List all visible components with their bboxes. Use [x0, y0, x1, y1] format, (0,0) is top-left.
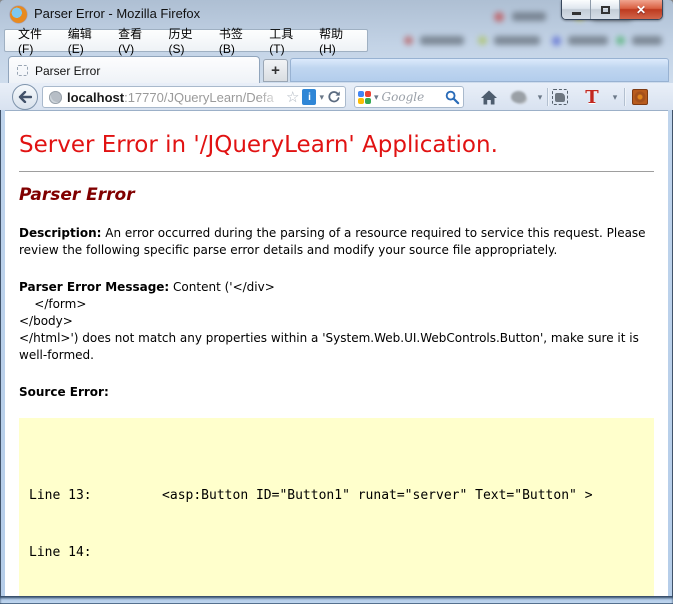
- window-border-bottom: [0, 596, 673, 604]
- translate-button[interactable]: T: [582, 86, 602, 108]
- addon-button[interactable]: [630, 86, 650, 108]
- tab-parser-error[interactable]: Parser Error: [8, 56, 260, 84]
- menu-view[interactable]: 查看(V): [111, 23, 159, 58]
- parser-error-message-paragraph: Parser Error Message: Content ('</div> <…: [19, 279, 654, 364]
- menu-tools[interactable]: 工具(T): [262, 23, 310, 58]
- source-error-code-block: Line 13: <asp:Button ID="Button1" runat=…: [19, 418, 654, 596]
- home-button[interactable]: [478, 86, 500, 108]
- reload-icon: [327, 90, 341, 104]
- evernote-icon: [552, 89, 568, 105]
- url-host: localhost: [67, 90, 124, 105]
- site-globe-icon: [49, 91, 62, 104]
- tabstrip-background: [290, 58, 669, 82]
- search-engine-dropdown-icon[interactable]: ▾: [374, 93, 379, 102]
- divider: [19, 171, 654, 172]
- menu-history[interactable]: 历史(S): [162, 23, 210, 58]
- translate-t-icon: T: [585, 87, 598, 108]
- url-dropdown-icon[interactable]: ▾: [319, 93, 324, 102]
- firebug-button[interactable]: [508, 86, 528, 108]
- maximize-button[interactable]: [591, 0, 620, 19]
- url-bar[interactable]: localhost:17770/JQueryLearn/Defa ☆ i ▾: [42, 86, 346, 108]
- url-path: :17770/JQueryLearn/Defa: [124, 90, 274, 105]
- reload-button[interactable]: [327, 90, 341, 104]
- search-bar[interactable]: ▾ Google: [354, 86, 464, 108]
- bookmark-star-icon[interactable]: ☆: [286, 90, 299, 105]
- search-input[interactable]: Google: [382, 90, 442, 104]
- toolbar-separator: [547, 88, 548, 106]
- evernote-clipper-button[interactable]: [550, 86, 570, 108]
- magnifier-icon: [445, 90, 460, 105]
- menu-edit[interactable]: 编辑(E): [61, 23, 109, 58]
- translate-dropdown-button[interactable]: ▾: [608, 86, 622, 108]
- menubar: 文件(F) 编辑(E) 查看(V) 历史(S) 书签(B) 工具(T) 帮助(H…: [4, 29, 368, 52]
- source-error-paragraph: Source Error:: [19, 384, 654, 401]
- tab-label: Parser Error: [35, 64, 100, 78]
- window-controls: ✕: [561, 0, 663, 20]
- firebug-dropdown-button[interactable]: ▾: [533, 86, 547, 108]
- addon-info-icon[interactable]: i: [302, 89, 316, 105]
- chevron-down-icon: ▾: [613, 93, 618, 102]
- close-button[interactable]: ✕: [620, 0, 662, 19]
- url-text[interactable]: localhost:17770/JQueryLearn/Defa: [67, 90, 284, 105]
- plus-icon: +: [271, 62, 280, 79]
- firebug-icon: [511, 91, 526, 103]
- parser-error-message-label: Parser Error Message:: [19, 280, 169, 294]
- code-line-13: Line 13: <asp:Button ID="Button1" runat=…: [29, 486, 642, 505]
- back-button[interactable]: [12, 84, 38, 110]
- home-icon: [480, 89, 498, 106]
- source-error-label: Source Error:: [19, 385, 109, 399]
- menu-bookmarks[interactable]: 书签(B): [212, 23, 260, 58]
- window-title: Parser Error - Mozilla Firefox: [34, 6, 200, 21]
- window-border-right: [668, 110, 673, 604]
- search-button[interactable]: [445, 90, 460, 105]
- window-chrome: Parser Error - Mozilla Firefox ✕ 文件(F) 编…: [0, 0, 673, 84]
- minimize-button[interactable]: [562, 0, 591, 19]
- window-border-left: [0, 110, 5, 604]
- back-arrow-icon: [18, 91, 32, 103]
- error-type-heading: Parser Error: [19, 185, 654, 205]
- browser-window: Parser Error - Mozilla Firefox ✕ 文件(F) 编…: [0, 0, 673, 604]
- new-tab-button[interactable]: +: [263, 59, 288, 82]
- navigation-toolbar: localhost:17770/JQueryLearn/Defa ☆ i ▾ ▾…: [0, 83, 673, 111]
- code-line-14: Line 14:: [29, 543, 642, 562]
- google-logo-icon: [358, 91, 371, 104]
- default-favicon-icon: [17, 65, 28, 76]
- firefox-icon: [10, 6, 27, 23]
- toolbar-separator: [624, 88, 625, 106]
- error-page: Server Error in '/JQueryLearn' Applicati…: [5, 111, 668, 596]
- menu-help[interactable]: 帮助(H): [312, 23, 361, 58]
- description-text: An error occurred during the parsing of …: [19, 226, 649, 257]
- close-icon: ✕: [636, 3, 646, 17]
- page-title: Server Error in '/JQueryLearn' Applicati…: [19, 132, 654, 158]
- description-paragraph: Description: An error occurred during th…: [19, 225, 654, 259]
- maximize-icon: [601, 6, 610, 14]
- menu-file[interactable]: 文件(F): [11, 23, 59, 58]
- chevron-down-icon: ▾: [538, 93, 543, 102]
- minimize-icon: [572, 12, 581, 15]
- gear-addon-icon: [632, 89, 648, 105]
- tab-strip: Parser Error +: [0, 56, 673, 84]
- description-label: Description:: [19, 226, 101, 240]
